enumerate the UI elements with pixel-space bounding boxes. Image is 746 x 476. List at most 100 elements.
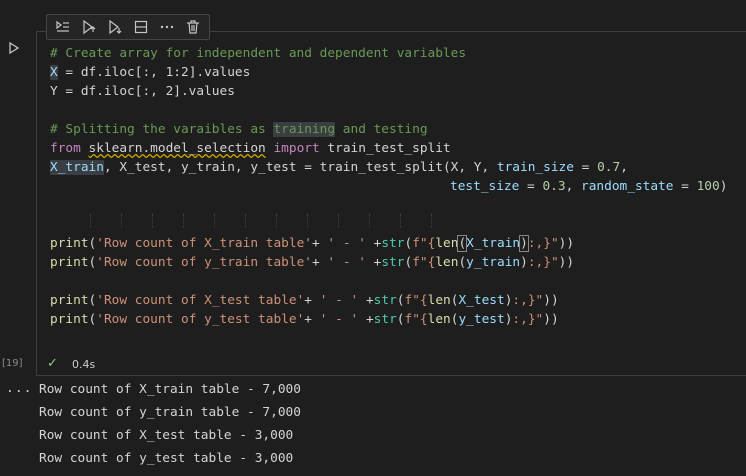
code-comment-highlight: training — [273, 122, 336, 137]
function-name: str — [381, 236, 405, 251]
checkmark-icon: ✓ — [47, 356, 58, 371]
execute-below-button[interactable] — [103, 16, 127, 38]
fstring-open: f"{ — [404, 312, 428, 327]
code-editor[interactable]: # Create array for independent and depen… — [37, 32, 746, 352]
run-cell-button[interactable] — [4, 38, 24, 58]
code-comment: # Splitting the varaibles as — [50, 122, 274, 137]
fstring-close: :,}" — [512, 293, 544, 308]
indent-guide — [431, 214, 432, 228]
code-line: X = df.iloc[:, 1:2].values — [50, 63, 250, 82]
indent-guide — [369, 214, 370, 228]
code-token: = — [519, 179, 543, 194]
import-name: train_test_split — [327, 141, 451, 156]
code-line: # Splitting the varaibles as training an… — [50, 120, 428, 139]
execute-above-button[interactable] — [77, 16, 101, 38]
argument: y_train — [466, 255, 521, 270]
function-name: len — [427, 312, 451, 327]
run-by-line-button[interactable] — [51, 16, 75, 38]
code-token: , X_test, y_train, y_test = — [103, 160, 320, 175]
trash-icon — [187, 20, 199, 34]
param-name: test_size — [450, 179, 520, 194]
number-literal: 0.3 — [542, 179, 566, 194]
output-line: Row count of X_test table - 3,000 — [39, 428, 294, 443]
code-line: print('Row count of y_test table'+ ' - '… — [50, 312, 559, 327]
code-line: Y = df.iloc[:, 2].values — [50, 82, 235, 101]
indent-guide — [245, 214, 246, 228]
indent-guide — [276, 214, 277, 228]
string-literal: ' - ' — [319, 293, 359, 308]
indent-guide — [338, 214, 339, 228]
function-name: str — [373, 293, 397, 308]
number-literal: 100 — [696, 179, 720, 194]
code-token: (X, Y, — [442, 160, 497, 175]
string-literal: 'Row count of y_test table' — [96, 312, 305, 327]
function-name: len — [435, 236, 459, 251]
string-literal: 'Row count of y_train table' — [96, 255, 312, 270]
execute-below-icon — [109, 19, 122, 35]
module-name: sklearn.model_selection — [88, 141, 266, 156]
function-name: print — [50, 312, 89, 327]
number-literal: 0.7 — [597, 160, 621, 175]
indent-guide — [121, 214, 122, 228]
output-actions-ellipsis-icon[interactable]: ... — [6, 381, 32, 396]
keyword-from: from — [50, 141, 81, 156]
split-cell-icon — [134, 20, 148, 34]
run-by-line-icon — [56, 20, 69, 32]
keyword-import: import — [273, 141, 320, 156]
fstring-close: :,}" — [527, 236, 559, 251]
delete-cell-button[interactable] — [181, 16, 205, 38]
code-token: = df.iloc[:, 1:2].values — [57, 65, 251, 80]
string-literal: 'Row count of X_test table' — [96, 293, 305, 308]
execution-time: 0.4s — [72, 358, 96, 371]
code-line: X_train, X_test, y_train, y_test = train… — [50, 158, 628, 177]
fstring-close: :,}" — [512, 312, 544, 327]
indent-guide — [307, 214, 308, 228]
function-name: print — [50, 255, 89, 270]
fstring-open: f"{ — [412, 255, 436, 270]
function-name: str — [381, 255, 405, 270]
indent-guide — [152, 214, 153, 228]
code-line: test_size = 0.3, random_state = 100) — [450, 177, 727, 196]
execute-above-icon — [83, 19, 96, 35]
indent-guide — [214, 214, 215, 228]
argument: y_test — [458, 312, 505, 327]
execution-count: [19] — [2, 358, 23, 369]
code-token: train_test_split — [319, 160, 443, 175]
param-name: train_size — [496, 160, 574, 175]
fstring-close: :,}" — [527, 255, 559, 270]
argument: X_test — [458, 293, 505, 308]
code-line: print('Row count of X_test table'+ ' - '… — [50, 293, 559, 308]
string-literal: ' - ' — [327, 236, 366, 251]
string-literal: ' - ' — [319, 312, 359, 327]
indent-guide — [400, 214, 401, 228]
code-token: ) — [719, 179, 728, 194]
code-token: , — [620, 160, 628, 175]
function-name: print — [50, 236, 89, 251]
code-comment: and testing — [335, 122, 428, 137]
code-line: # Create array for independent and depen… — [50, 44, 466, 63]
fstring-open: f"{ — [412, 236, 436, 251]
function-name: print — [50, 293, 89, 308]
split-cell-button[interactable] — [129, 16, 153, 38]
code-token: Y = df.iloc[:, 2].values — [50, 84, 235, 99]
code-token: = — [673, 179, 697, 194]
more-actions-button[interactable] — [155, 16, 179, 38]
function-name: len — [435, 255, 459, 270]
code-token: = — [573, 160, 598, 175]
function-name: len — [427, 293, 451, 308]
code-line: print('Row count of X_train table'+ ' - … — [50, 235, 575, 252]
indent-guide — [183, 214, 184, 228]
play-icon — [9, 41, 20, 55]
code-token: X_train — [50, 160, 104, 175]
cell-toolbar — [46, 14, 210, 40]
fstring-open: f"{ — [404, 293, 428, 308]
code-line: from sklearn.model_selection import trai… — [50, 139, 451, 158]
function-name: str — [373, 312, 397, 327]
code-token: X — [50, 65, 58, 80]
code-token: , — [565, 179, 582, 194]
output-line: Row count of y_test table - 3,000 — [39, 451, 294, 466]
ellipsis-icon — [160, 25, 174, 29]
param-name: random_state — [581, 179, 674, 194]
output-line: Row count of y_train table - 7,000 — [39, 405, 301, 420]
argument: X_train — [466, 236, 521, 251]
